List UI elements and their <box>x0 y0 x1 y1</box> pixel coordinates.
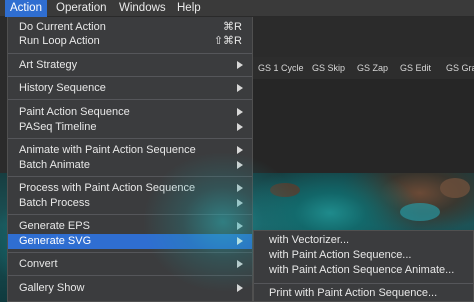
submenu-arrow-icon <box>237 84 243 92</box>
menu-item-label: Process with Paint Action Sequence <box>19 182 196 194</box>
menu-item-label: Generate SVG <box>19 235 92 247</box>
submenu-item-with-pas[interactable]: with Paint Action Sequence... <box>269 249 411 261</box>
submenu-item-with-pas-animate[interactable]: with Paint Action Sequence Animate... <box>269 264 454 276</box>
menu-item-label: History Sequence <box>19 82 106 94</box>
menu-item-label: Animate with Paint Action Sequence <box>19 144 196 156</box>
menu-separator <box>8 138 252 139</box>
menu-item-label: PASeq Timeline <box>19 121 97 133</box>
gs-skip-button[interactable]: GS Skip <box>312 63 345 73</box>
menu-item-shortcut: ⌘R <box>223 21 242 33</box>
menu-item-label: Convert <box>19 258 58 270</box>
menu-bar: Action Operation Windows Help <box>0 0 474 17</box>
menu-item-label: Batch Process <box>19 197 90 209</box>
menu-item-do-current-action[interactable]: Do Current Action ⌘R <box>8 20 252 34</box>
menu-item-process-with-pas[interactable]: Process with Paint Action Sequence <box>8 181 252 195</box>
submenu-arrow-icon <box>237 199 243 207</box>
menu-item-batch-process[interactable]: Batch Process <box>8 196 252 210</box>
menu-separator <box>8 76 252 77</box>
menu-item-run-loop-action[interactable]: Run Loop Action ⇧⌘R <box>8 34 252 48</box>
menu-separator <box>8 252 252 253</box>
menu-item-batch-animate[interactable]: Batch Animate <box>8 158 252 172</box>
menu-item-label: Generate EPS <box>19 220 90 232</box>
menu-action[interactable]: Action <box>5 0 47 17</box>
menu-separator <box>8 275 252 276</box>
menu-item-history-sequence[interactable]: History Sequence <box>8 81 252 95</box>
submenu-arrow-icon <box>237 222 243 230</box>
submenu-arrow-icon <box>237 146 243 154</box>
gs-zap-button[interactable]: GS Zap <box>357 63 388 73</box>
menu-item-art-strategy[interactable]: Art Strategy <box>8 58 252 72</box>
submenu-arrow-icon <box>237 284 243 292</box>
submenu-arrow-icon <box>237 123 243 131</box>
submenu-arrow-icon <box>237 108 243 116</box>
menu-operation[interactable]: Operation <box>51 0 112 17</box>
menu-item-generate-eps[interactable]: Generate EPS <box>8 219 252 233</box>
menu-windows[interactable]: Windows <box>114 0 171 17</box>
submenu-separator <box>254 283 473 284</box>
submenu-arrow-icon <box>237 237 243 245</box>
submenu-arrow-icon <box>237 184 243 192</box>
menu-item-label: Gallery Show <box>19 282 85 294</box>
menu-item-animate-with-pas[interactable]: Animate with Paint Action Sequence <box>8 143 252 157</box>
menu-separator <box>8 99 252 100</box>
menu-separator <box>8 214 252 215</box>
menu-item-gallery-show[interactable]: Gallery Show <box>8 281 252 295</box>
menu-item-convert[interactable]: Convert <box>8 257 252 271</box>
menu-item-label: Run Loop Action <box>19 35 100 47</box>
menu-separator <box>8 176 252 177</box>
gs-toolbar: GS 1 Cycle GS Skip GS Zap GS Edit GS Gra… <box>252 57 474 79</box>
menu-item-label: Paint Action Sequence <box>19 106 130 118</box>
gs-1-cycle-button[interactable]: GS 1 Cycle <box>258 63 304 73</box>
paint-speckle <box>270 183 300 197</box>
submenu-item-print-with-pas[interactable]: Print with Paint Action Sequence... <box>269 287 437 299</box>
submenu-item-with-vectorizer[interactable]: with Vectorizer... <box>269 234 349 246</box>
gs-edit-button[interactable]: GS Edit <box>400 63 431 73</box>
submenu-arrow-icon <box>237 260 243 268</box>
gs-grab-button[interactable]: GS Grab <box>446 63 474 73</box>
action-menu: Do Current Action ⌘R Run Loop Action ⇧⌘R… <box>7 17 328 302</box>
menu-item-label: Art Strategy <box>19 59 78 71</box>
paint-speckle <box>440 178 470 198</box>
submenu-arrow-icon <box>237 161 243 169</box>
generate-svg-submenu: with Vectorizer... with Paint Action Seq… <box>253 230 474 302</box>
menu-item-generate-svg[interactable]: Generate SVG <box>8 234 252 249</box>
menu-help[interactable]: Help <box>172 0 206 17</box>
menu-item-label: Do Current Action <box>19 21 106 33</box>
menu-item-shortcut: ⇧⌘R <box>213 35 242 47</box>
menu-separator <box>8 53 252 54</box>
menu-item-paseq-timeline[interactable]: PASeq Timeline <box>8 120 252 134</box>
menu-item-paint-action-sequence[interactable]: Paint Action Sequence <box>8 105 252 119</box>
submenu-arrow-icon <box>237 61 243 69</box>
menu-item-label: Batch Animate <box>19 159 90 171</box>
paint-speckle <box>400 203 440 221</box>
